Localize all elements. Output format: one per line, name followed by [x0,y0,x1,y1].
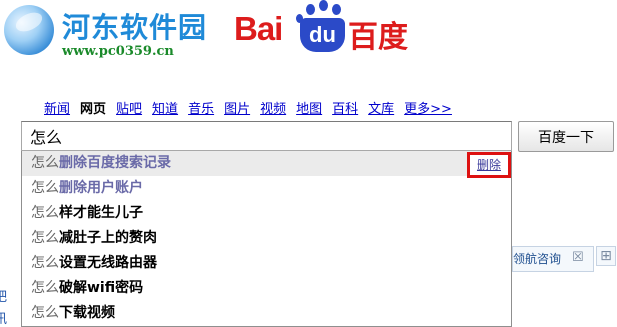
add-tab-icon[interactable]: ⊞ [596,246,616,266]
left-edge-text: 讯 [0,312,8,327]
nav-item[interactable]: 地图 [296,102,322,117]
suggestion-query-prefix: 怎么 [31,230,59,246]
nav-item[interactable]: 文库 [368,102,394,117]
paw-toe-icon [332,4,341,15]
suggestion-dropdown: 怎么删除百度搜索记录 怎么删除用户账户 怎么样才能生儿子 怎么减肚子上的赘肉 怎么设置无… [21,151,512,327]
suggestion-completion: 减肚子上的赘肉 [59,230,157,246]
watermark-logo-icon [4,5,54,55]
delete-highlight-box: 删除 [467,152,511,178]
delete-history-link[interactable]: 删除 [470,155,508,175]
suggestion-query-prefix: 怎么 [31,180,59,196]
nav-item[interactable]: 贴吧 [116,102,142,117]
suggestion-item[interactable]: 怎么删除用户账户 [22,176,511,201]
nav-item[interactable]: 图片 [224,102,250,117]
suggestion-item[interactable]: 怎么破解wifi密码 [22,276,511,301]
nav-item[interactable]: 网页 [80,102,106,117]
suggestion-completion: 删除用户账户 [59,180,143,196]
paw-toe-icon [306,4,315,15]
suggestion-query-prefix: 怎么 [31,155,59,171]
suggestion-completion: 下载视频 [59,305,115,321]
suggestion-completion: 破解wifi密码 [59,280,144,296]
baidu-logo[interactable]: Bai du 百度 [234,0,410,60]
suggestion-item[interactable]: 怎么减肚子上的赘肉 [22,226,511,251]
suggestion-item[interactable]: 怎么样才能生儿子 [22,201,511,226]
nav-item[interactable]: 音乐 [188,102,214,117]
watermark-url: www.pc0359.cn [62,44,174,59]
suggestion-completion: 删除百度搜索记录 [59,155,171,171]
suggestion-completion: 设置无线路由器 [59,255,157,271]
suggestion-query-prefix: 怎么 [31,205,59,221]
paw-toe-icon [319,0,328,11]
suggestion-completion: 样才能生儿子 [59,205,143,221]
nav-item[interactable]: 百科 [332,102,358,117]
search-input[interactable] [22,122,510,150]
logo-bai-text: Bai [234,10,283,47]
suggestion-item[interactable]: 怎么删除百度搜索记录 [22,151,511,176]
suggestion-query-prefix: 怎么 [31,255,59,271]
search-button[interactable]: 百度一下 [518,121,614,152]
suggestion-query-prefix: 怎么 [31,305,59,321]
nav-item[interactable]: 知道 [152,102,178,117]
nav-item[interactable]: 更多>> [404,102,452,117]
suggestion-item[interactable]: 怎么设置无线路由器 [22,251,511,276]
close-icon[interactable]: ☒ [572,250,584,265]
nav-item[interactable]: 新闻 [44,102,70,117]
logo-chinese-text: 百度 [348,20,408,55]
consult-tab-label: 领航咨询 [513,252,562,266]
watermark-title: 河东软件园 [62,11,208,44]
logo-du-paw: du [300,18,345,52]
left-edge-text: 吧 [0,290,8,305]
search-box[interactable] [21,121,512,151]
search-category-nav: 新闻 网页 贴吧 知道 音乐 图片 视频 地图 百科 文库 更多>> [44,98,462,117]
consult-tab[interactable]: 领航咨询 ☒ [512,246,594,272]
suggestion-item[interactable]: 怎么下载视频 [22,301,511,326]
nav-item[interactable]: 视频 [260,102,286,117]
suggestion-query-prefix: 怎么 [31,280,59,296]
